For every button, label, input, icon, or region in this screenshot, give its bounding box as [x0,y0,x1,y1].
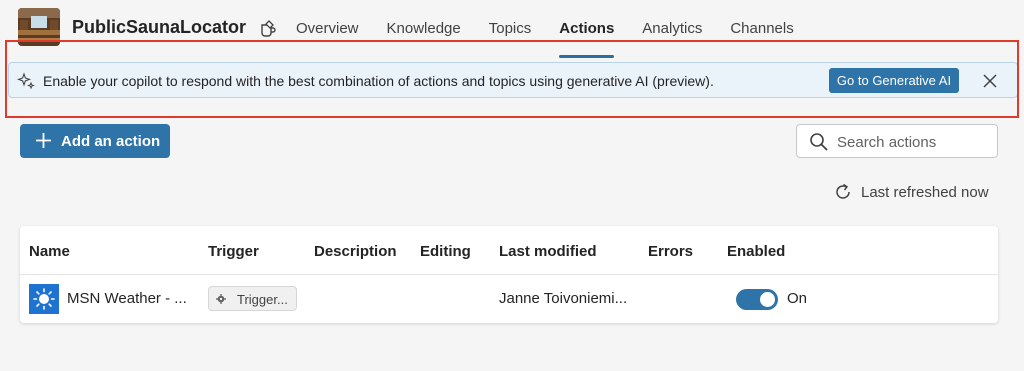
banner-message: Enable your copilot to respond with the … [43,73,714,89]
last-refreshed-text: Last refreshed now [861,184,989,201]
toggle-knob [760,292,775,307]
trigger-label: Trigger... [237,292,288,307]
action-name[interactable]: MSN Weather - ... [67,290,187,307]
add-action-label: Add an action [61,133,161,150]
tab-topics[interactable]: Topics [489,0,532,58]
trigger-chip[interactable]: Trigger... [208,286,297,311]
refresh-icon[interactable] [834,183,852,201]
bot-avatar [18,8,60,46]
weather-sun-icon [29,284,59,314]
search-input[interactable] [837,131,987,153]
plus-icon [36,133,51,148]
add-action-button[interactable]: Add an action [20,124,170,158]
top-header: PublicSaunaLocator Overview Knowledge To… [0,0,1024,58]
enabled-label: On [787,290,808,307]
search-icon [810,133,828,151]
table-row[interactable]: MSN Weather - ... Trigger... Janne Toivo… [20,275,998,323]
column-header-description[interactable]: Description [314,243,397,260]
generative-ai-banner: Enable your copilot to respond with the … [8,62,1018,98]
edit-bot-icon[interactable] [258,19,278,39]
column-header-name[interactable]: Name [29,243,70,260]
enabled-toggle[interactable] [736,289,778,310]
page: PublicSaunaLocator Overview Knowledge To… [0,0,1024,371]
go-to-generative-ai-button[interactable]: Go to Generative AI [829,68,959,93]
gear-icon [216,294,226,304]
sparkle-icon [17,72,35,90]
column-header-trigger[interactable]: Trigger [208,243,259,260]
bot-name: PublicSaunaLocator [72,17,247,37]
column-header-editing[interactable]: Editing [420,243,471,260]
tab-actions[interactable]: Actions [559,0,615,58]
close-icon[interactable] [981,72,999,90]
actions-table: Name Trigger Description Editing Last mo… [20,226,998,323]
search-box[interactable] [796,124,998,158]
tab-analytics[interactable]: Analytics [642,0,702,58]
column-header-last-modified[interactable]: Last modified [499,243,597,260]
main-tabs: Overview Knowledge Topics Actions Analyt… [296,0,822,58]
column-header-errors[interactable]: Errors [648,243,693,260]
tab-overview[interactable]: Overview [296,0,359,58]
column-header-enabled[interactable]: Enabled [727,243,785,260]
last-modified-value: Janne Toivoniemi... [499,290,628,307]
tab-channels[interactable]: Channels [730,0,793,58]
sauna-image-icon [18,8,60,46]
tab-knowledge[interactable]: Knowledge [387,0,461,58]
